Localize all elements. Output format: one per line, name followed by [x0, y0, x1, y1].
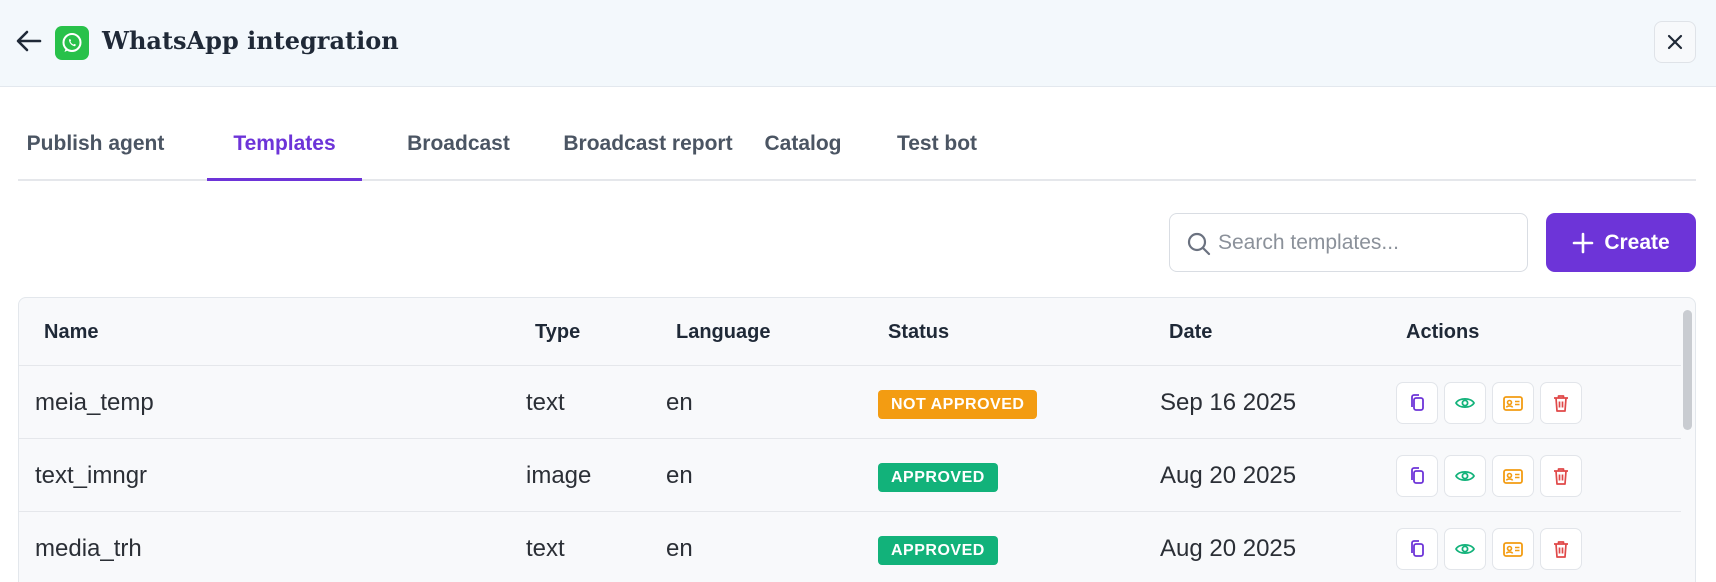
column-header-status: Status	[888, 321, 950, 343]
id-card-icon	[1503, 542, 1523, 557]
tab-publish-agent[interactable]: Publish agent	[18, 118, 173, 181]
copy-icon	[1411, 394, 1424, 411]
search-icon	[1187, 232, 1211, 256]
view-button[interactable]	[1444, 528, 1486, 570]
delete-button[interactable]	[1540, 455, 1582, 497]
view-button[interactable]	[1444, 455, 1486, 497]
table-scrollbar[interactable]	[1683, 310, 1692, 430]
cell-type: image	[526, 462, 592, 489]
column-header-date: Date	[1169, 321, 1213, 343]
copy-button[interactable]	[1396, 455, 1438, 497]
eye-icon	[1454, 470, 1476, 482]
id-card-icon	[1503, 396, 1523, 411]
table-header: Name Type Language Status Date Actions	[19, 298, 1681, 366]
eye-icon	[1454, 543, 1476, 555]
cell-type: text	[526, 535, 565, 562]
trash-icon	[1554, 468, 1568, 485]
column-header-name: Name	[44, 321, 99, 343]
status-badge: APPROVED	[878, 463, 998, 492]
tab-test-bot[interactable]: Test bot	[887, 118, 987, 181]
modal-header: WhatsApp integration	[0, 0, 1716, 87]
arrow-left-icon	[16, 30, 42, 52]
copy-button[interactable]	[1396, 528, 1438, 570]
cell-language: en	[666, 462, 693, 489]
cell-language: en	[666, 535, 693, 562]
whatsapp-icon	[55, 26, 89, 60]
status-badge: APPROVED	[878, 536, 998, 565]
id-card-icon	[1503, 469, 1523, 484]
card-button[interactable]	[1492, 528, 1534, 570]
tab-templates[interactable]: Templates	[207, 118, 362, 181]
back-button[interactable]	[14, 26, 44, 56]
view-button[interactable]	[1444, 382, 1486, 424]
cell-date: Aug 20 2025	[1160, 535, 1297, 562]
cell-language: en	[666, 389, 693, 416]
card-button[interactable]	[1492, 382, 1534, 424]
create-button-label: Create	[1604, 230, 1670, 254]
tab-catalog[interactable]: Catalog	[753, 118, 853, 181]
tab-broadcast[interactable]: Broadcast	[381, 118, 536, 181]
card-button[interactable]	[1492, 455, 1534, 497]
trash-icon	[1554, 395, 1568, 412]
cell-name: media_trh	[35, 535, 142, 562]
status-badge: NOT APPROVED	[878, 390, 1038, 419]
delete-button[interactable]	[1540, 528, 1582, 570]
tab-bar: Publish agent Templates Broadcast Broadc…	[18, 118, 1696, 181]
table-row: meia_temp text en NOT APPROVED Sep 16 20…	[19, 366, 1681, 439]
search-box[interactable]	[1169, 213, 1528, 272]
copy-icon	[1411, 540, 1424, 557]
copy-button[interactable]	[1396, 382, 1438, 424]
trash-icon	[1554, 541, 1568, 558]
delete-button[interactable]	[1540, 382, 1582, 424]
column-header-language: Language	[676, 321, 771, 343]
search-input[interactable]	[1218, 214, 1518, 271]
table-row: text_imngr image en APPROVED Aug 20 2025	[19, 439, 1681, 512]
cell-type: text	[526, 389, 565, 416]
tab-broadcast-report[interactable]: Broadcast report	[538, 118, 758, 181]
eye-icon	[1454, 397, 1476, 409]
templates-table: Name Type Language Status Date Actions m…	[18, 297, 1696, 582]
copy-icon	[1411, 467, 1424, 484]
page-title: WhatsApp integration	[102, 26, 399, 55]
create-button[interactable]: Create	[1546, 213, 1696, 272]
column-header-type: Type	[535, 321, 581, 343]
cell-date: Aug 20 2025	[1160, 462, 1297, 489]
cell-name: text_imngr	[35, 462, 148, 489]
cell-name: meia_temp	[35, 389, 154, 416]
close-icon	[1667, 34, 1683, 50]
cell-date: Sep 16 2025	[1160, 389, 1297, 416]
table-row: media_trh text en APPROVED Aug 20 2025	[19, 512, 1681, 582]
close-button[interactable]	[1654, 21, 1696, 63]
column-header-actions: Actions	[1406, 321, 1480, 343]
plus-icon	[1573, 232, 1594, 253]
